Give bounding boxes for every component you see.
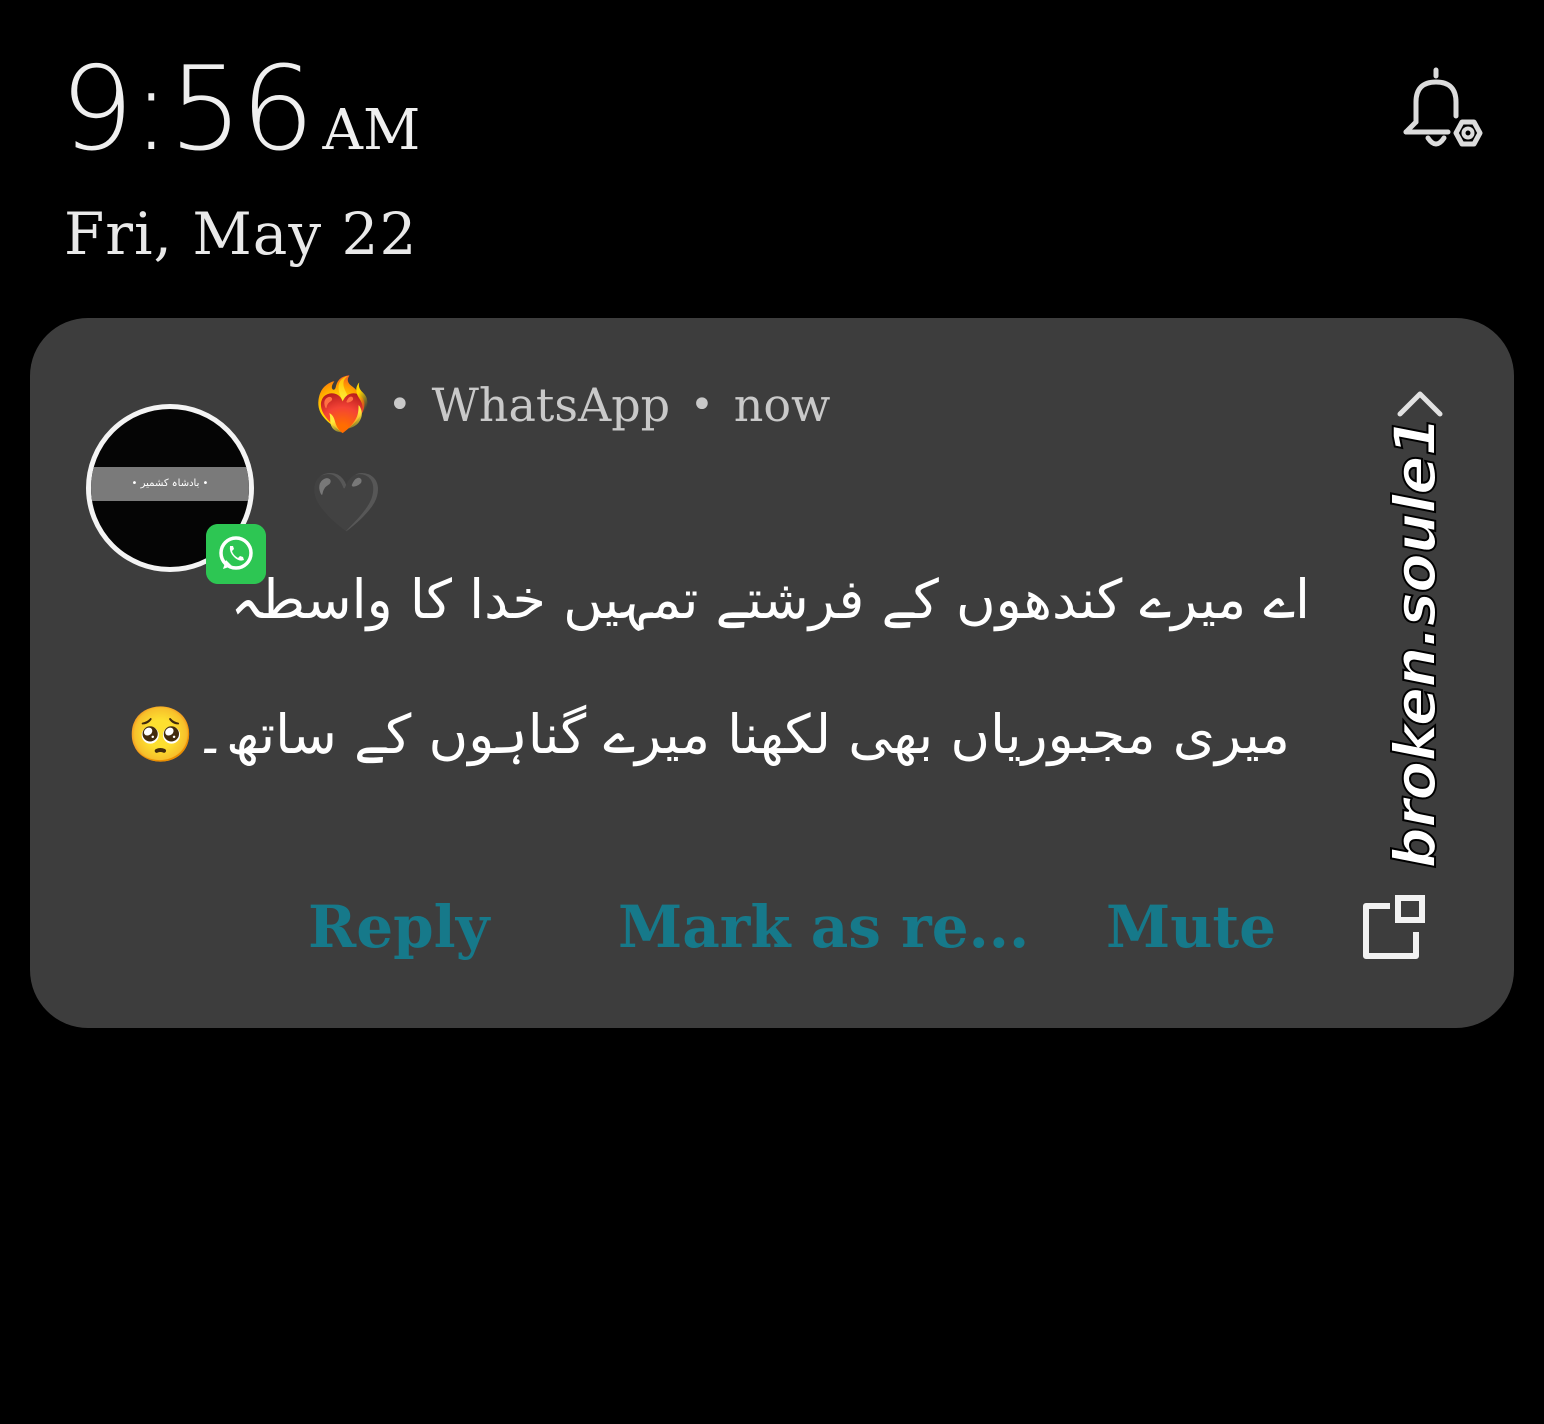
chevron-up-icon[interactable] (1396, 388, 1444, 418)
separator-dot: • (690, 381, 714, 428)
time-ago: now (733, 377, 831, 432)
clock-ampm: AM (322, 98, 421, 163)
watermark: broken.soule1 (1365, 416, 1465, 869)
notification-header: ❤️‍🔥 • WhatsApp • now (310, 374, 830, 435)
lockscreen-status: 9:56 AM Fri, May 22 (60, 52, 420, 269)
notification-actions: Reply Mark as re... Mute (30, 892, 1514, 962)
notification-card[interactable]: • بادشاہ کشمیر • ❤️‍🔥 • WhatsApp • now 🖤… (30, 318, 1514, 1028)
popout-window-icon[interactable] (1360, 894, 1428, 962)
separator-dot: • (388, 381, 412, 428)
bell-settings-icon[interactable] (1392, 66, 1488, 162)
message-line: اے میرے کندھوں کے فرشتے تمہیں خدا کا واس… (230, 568, 1310, 631)
message-body: اے میرے کندھوں کے فرشتے تمہیں خدا کا واس… (127, 548, 1320, 768)
avatar-label: • بادشاہ کشمیر • (91, 467, 249, 501)
date: Fri, May 22 (64, 200, 418, 268)
watermark-text: broken.soule1 (1380, 416, 1450, 869)
mark-as-read-button[interactable]: Mark as re... (618, 892, 1029, 962)
reply-button[interactable]: Reply (308, 892, 489, 962)
mute-button[interactable]: Mute (1106, 892, 1276, 962)
app-name: WhatsApp (431, 377, 671, 432)
message-line: میری مجبوریاں بھی لکھنا میرے گناہوں کے س… (127, 702, 1290, 766)
clock: 9:56 AM (60, 52, 420, 168)
faint-heart-emoji: 🖤 (310, 468, 383, 536)
clock-time: 9:56 (60, 42, 314, 177)
sender-emoji: ❤️‍🔥 (310, 375, 375, 435)
